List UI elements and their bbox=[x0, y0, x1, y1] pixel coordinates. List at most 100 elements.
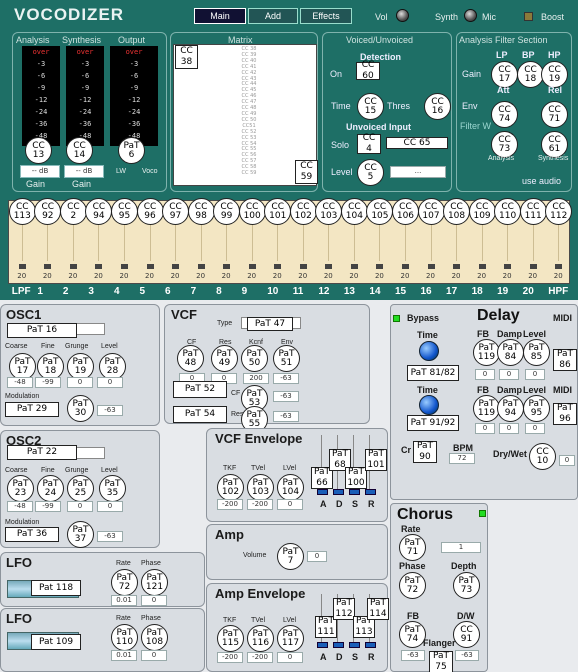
filter-band-knob[interactable]: CC 112 bbox=[545, 198, 573, 225]
filter-band-slider[interactable] bbox=[146, 264, 154, 269]
filter-band-slider[interactable] bbox=[529, 264, 537, 269]
delay-level1-knob[interactable]: PaT 85 bbox=[523, 339, 550, 366]
chorus-phase-knob[interactable]: PaT 72 bbox=[399, 572, 426, 599]
filter-band-knob[interactable]: CC 110 bbox=[494, 198, 522, 225]
lfo1-phase-knob[interactable]: PaT 121 bbox=[141, 569, 168, 596]
delay-fb1-knob[interactable]: PaT 119 bbox=[473, 339, 500, 366]
filter-band-slider[interactable] bbox=[95, 264, 103, 269]
osc1-fine-knob[interactable]: PaT 18 bbox=[37, 353, 64, 380]
ampenv-tkf-knob[interactable]: PaT 115 bbox=[217, 625, 244, 652]
ampenv-pat112[interactable]: PaT 112 bbox=[333, 598, 355, 620]
ampenv-r-slider[interactable] bbox=[365, 642, 376, 648]
cc60-box[interactable]: CC 60 bbox=[356, 60, 380, 81]
chorus-flanger-pat75[interactable]: PaT 75 bbox=[429, 651, 453, 672]
cc65-box[interactable]: CC 65 bbox=[386, 137, 448, 149]
analysis-gain-box[interactable]: -- dB bbox=[20, 165, 60, 178]
chorus-dw-knob[interactable]: CC 91 bbox=[453, 621, 480, 648]
synthesis-gain-box[interactable]: -- dB bbox=[64, 165, 104, 178]
ampenv-a-slider[interactable] bbox=[317, 642, 328, 648]
filter-band-slider[interactable] bbox=[18, 264, 26, 269]
osc1-grunge-knob[interactable]: PaT 19 bbox=[67, 353, 94, 380]
level-value-box[interactable]: ... bbox=[390, 166, 446, 178]
filter-band-slider[interactable] bbox=[274, 264, 282, 269]
cc16-knob[interactable]: CC 16 bbox=[424, 93, 451, 120]
cc73-knob[interactable]: CC 73 bbox=[491, 131, 518, 158]
filter-band-slider[interactable] bbox=[325, 264, 333, 269]
lfo1-rate-knob[interactable]: PaT 72 bbox=[111, 569, 138, 596]
delay-midi1-pat86[interactable]: PaT 86 bbox=[553, 349, 577, 371]
osc2-coarse-knob[interactable]: PaT 23 bbox=[7, 475, 34, 502]
filter-band-knob[interactable]: CC 99 bbox=[213, 198, 241, 225]
filter-band-knob[interactable]: CC 102 bbox=[289, 198, 317, 225]
osc2-level-knob[interactable]: PaT 35 bbox=[99, 475, 126, 502]
filter-band-knob[interactable]: CC 101 bbox=[264, 198, 292, 225]
filter-band-knob[interactable]: CC 97 bbox=[162, 198, 190, 225]
filter-band-knob[interactable]: CC 2 bbox=[59, 198, 87, 225]
chorus-depth-knob[interactable]: PaT 73 bbox=[453, 572, 480, 599]
cc4-box[interactable]: CC 4 bbox=[357, 133, 381, 154]
filter-band-knob[interactable]: CC 108 bbox=[443, 198, 471, 225]
filter-band-slider[interactable] bbox=[69, 264, 77, 269]
osc1-level-knob[interactable]: PaT 28 bbox=[99, 353, 126, 380]
vcfenv-pat100[interactable]: PaT 100 bbox=[345, 467, 367, 489]
vcfenv-d-slider[interactable] bbox=[333, 489, 344, 495]
filter-band-slider[interactable] bbox=[120, 264, 128, 269]
tab-add[interactable]: Add bbox=[248, 8, 298, 24]
delay-midi2-pat96[interactable]: PaT 96 bbox=[553, 403, 577, 425]
delay-pat90[interactable]: PaT 90 bbox=[413, 441, 437, 463]
osc1-mod-knob[interactable]: PaT 30 bbox=[67, 395, 94, 422]
filter-band-slider[interactable] bbox=[197, 264, 205, 269]
filter-band-knob[interactable]: CC 111 bbox=[519, 198, 547, 225]
delay-level2-knob[interactable]: PaT 95 bbox=[523, 395, 550, 422]
amp-volume-knob[interactable]: PaT 7 bbox=[277, 543, 304, 570]
filter-band-knob[interactable]: CC 96 bbox=[136, 198, 164, 225]
vcf-kcnf-knob[interactable]: PaT 50 bbox=[241, 345, 268, 372]
ampenv-tvel-knob[interactable]: PaT 116 bbox=[247, 625, 274, 652]
cc61-knob[interactable]: CC 61 bbox=[541, 131, 568, 158]
filter-band-slider[interactable] bbox=[299, 264, 307, 269]
filter-band-knob[interactable]: CC 95 bbox=[110, 198, 138, 225]
ampenv-lvel-knob[interactable]: PaT 117 bbox=[277, 625, 304, 652]
filter-band-slider[interactable] bbox=[504, 264, 512, 269]
filter-band-slider[interactable] bbox=[427, 264, 435, 269]
delay-bypass-led[interactable] bbox=[393, 315, 400, 322]
vcfenv-tkf-knob[interactable]: PaT 102 bbox=[217, 474, 244, 501]
delay-damp1-knob[interactable]: PaT 84 bbox=[497, 339, 524, 366]
vcf-cf-knob[interactable]: PaT 48 bbox=[177, 345, 204, 372]
filter-band-knob[interactable]: CC 104 bbox=[340, 198, 368, 225]
vcfenv-pat101[interactable]: PaT 101 bbox=[365, 449, 387, 471]
vcfenv-a-slider[interactable] bbox=[317, 489, 328, 495]
synth-mic-knob[interactable] bbox=[464, 9, 477, 22]
filter-band-slider[interactable] bbox=[350, 264, 358, 269]
delay-damp2-knob[interactable]: PaT 94 bbox=[497, 395, 524, 422]
filter-band-slider[interactable] bbox=[172, 264, 180, 269]
ampenv-pat114[interactable]: PaT 114 bbox=[367, 598, 389, 620]
filter-band-knob[interactable]: CC 100 bbox=[238, 198, 266, 225]
filter-band-knob[interactable]: CC 92 bbox=[34, 198, 62, 225]
delay-time2-knob[interactable] bbox=[419, 395, 439, 415]
cc18-knob[interactable]: CC 18 bbox=[517, 61, 544, 88]
filter-band-slider[interactable] bbox=[478, 264, 486, 269]
ampenv-s-slider[interactable] bbox=[349, 642, 360, 648]
vcfenv-tvel-knob[interactable]: PaT 103 bbox=[247, 474, 274, 501]
vcfenv-r-slider[interactable] bbox=[365, 489, 376, 495]
cc19-knob[interactable]: CC 19 bbox=[541, 61, 568, 88]
chorus-fb-knob[interactable]: PaT 74 bbox=[399, 621, 426, 648]
tab-main[interactable]: Main bbox=[194, 8, 246, 24]
vcf-res-knob[interactable]: PaT 49 bbox=[211, 345, 238, 372]
tab-effects[interactable]: Effects bbox=[300, 8, 352, 24]
osc2-mod-knob[interactable]: PaT 37 bbox=[67, 521, 94, 548]
filter-band-slider[interactable] bbox=[376, 264, 384, 269]
filter-band-slider[interactable] bbox=[248, 264, 256, 269]
filter-band-knob[interactable]: CC 106 bbox=[391, 198, 419, 225]
osc2-grunge-knob[interactable]: PaT 25 bbox=[67, 475, 94, 502]
cc17-knob[interactable]: CC 17 bbox=[491, 61, 518, 88]
vcfenv-lvel-knob[interactable]: PaT 104 bbox=[277, 474, 304, 501]
filter-band-slider[interactable] bbox=[555, 264, 563, 269]
cc5-knob[interactable]: CC 5 bbox=[357, 159, 384, 186]
filter-band-knob[interactable]: CC 94 bbox=[85, 198, 113, 225]
osc1-coarse-knob[interactable]: PaT 17 bbox=[9, 353, 36, 380]
boost-led[interactable] bbox=[524, 12, 533, 21]
filter-bank[interactable]: CC 113 20 CC 92 20 CC 2 20 CC 94 20 CC 95 20 CC 96… bbox=[8, 198, 573, 284]
filter-band-knob[interactable]: CC 109 bbox=[468, 198, 496, 225]
